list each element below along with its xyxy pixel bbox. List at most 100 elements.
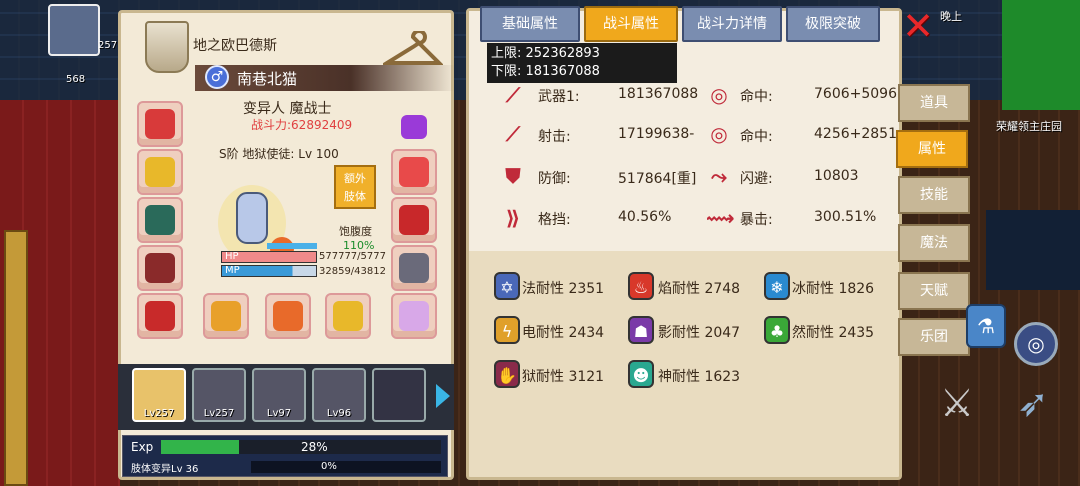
stat-value: 4256+2851 <box>814 126 897 142</box>
exp-bar-fill <box>161 440 240 454</box>
resist-value: 法耐性 2351 <box>522 281 605 297</box>
equip-slot-accessory[interactable] <box>137 149 183 195</box>
party-member-4[interactable]: Lv96 <box>312 368 366 422</box>
lightning-resist-icon: ϟ <box>494 316 520 344</box>
stat-value: 17199638- <box>618 126 695 142</box>
resist-value: 焰耐性 2748 <box>658 281 741 297</box>
equip-slot-ring[interactable] <box>391 149 437 195</box>
coin-count: 568 <box>66 74 86 85</box>
stat-label: 暴击: <box>740 212 773 228</box>
bow-skill-icon[interactable]: ➶ <box>1010 380 1056 426</box>
hero-title: 地之欧巴德斯 <box>193 38 277 54</box>
damage-upper: 上限: 252362893 <box>491 46 600 61</box>
equip-slot-weapon-1[interactable] <box>203 293 249 339</box>
ring-menu-icon[interactable]: ◎ <box>1014 322 1058 366</box>
equip-slot-weapon-2[interactable] <box>265 293 311 339</box>
side-tab-band[interactable]: 乐团 <box>898 318 970 356</box>
exp-percent: 28% <box>301 440 328 454</box>
background-pillar <box>4 230 28 486</box>
stat-label: 闪避: <box>740 171 773 187</box>
exp-box: Exp 28% 肢体变异Lv 36 0% <box>122 435 448 477</box>
mutation-label: 肢体变异Lv 36 <box>131 464 199 475</box>
pumpkin-weapon-icon <box>273 301 303 331</box>
equip-slot-ranged[interactable] <box>325 293 371 339</box>
party-member-empty[interactable] <box>372 368 426 422</box>
equip-slot-armor[interactable] <box>137 197 183 243</box>
tab-limit-break[interactable]: 极限突破 <box>786 6 880 42</box>
tab-power-details[interactable]: 战斗力详情 <box>682 6 782 42</box>
stat-value: 517864[重] <box>618 171 697 187</box>
equip-slot-offhand[interactable] <box>391 245 437 291</box>
party-member-level: Lv96 <box>326 408 352 419</box>
hp-bar: HP <box>221 251 317 263</box>
rooster-icon <box>399 157 429 187</box>
hell-resist-icon: ✋ <box>494 360 520 388</box>
gauntlet-icon <box>399 253 429 283</box>
resist-value: 冰耐性 1826 <box>792 281 875 297</box>
helmet-icon <box>145 109 175 139</box>
exp-label: Exp <box>131 440 154 454</box>
equip-slot-pet[interactable] <box>391 293 437 339</box>
equip-slot-necklace[interactable] <box>391 197 437 243</box>
mp-bar: MP <box>221 265 317 277</box>
boots-icon <box>145 301 175 331</box>
stat-label: 射击: <box>538 129 571 145</box>
minimap[interactable] <box>1002 0 1080 110</box>
stat-label: 武器1: <box>538 89 580 105</box>
spirit-resist-icon: ☻ <box>628 360 654 388</box>
mp-value: 32859/43812 <box>319 266 386 277</box>
satiety-label: 饱腹度 <box>339 225 372 238</box>
gem-icon <box>401 115 427 139</box>
crown-icon <box>145 157 175 187</box>
side-tab-talent[interactable]: 天赋 <box>898 272 970 310</box>
time-of-day: 晚上 <box>940 10 962 23</box>
equip-slot-boots[interactable] <box>137 293 183 339</box>
pet-icon <box>399 301 429 331</box>
damage-lower: 下限: 181367088 <box>491 64 600 79</box>
stat-value: 40.56% <box>618 209 672 225</box>
magic-resist-icon: ✡ <box>494 272 520 300</box>
side-tab-items[interactable]: 道具 <box>898 84 970 122</box>
armor-icon <box>145 205 175 235</box>
stat-value: 10803 <box>814 168 859 184</box>
extra-limb-label: 额外 肢体 <box>344 172 366 203</box>
chest-icon <box>399 205 429 235</box>
stat-label: 格挡: <box>538 212 571 228</box>
party-member-level: Lv257 <box>203 408 235 419</box>
name-banner <box>195 65 455 91</box>
party-member-1[interactable]: Lv257 <box>132 368 186 422</box>
party-member-2[interactable]: Lv257 <box>192 368 246 422</box>
combat-power: 战斗力:62892409 <box>251 118 353 132</box>
potion-flask-icon[interactable]: ⚗ <box>966 304 1006 348</box>
hero-class: 变异人 魔战士 <box>243 101 332 117</box>
party-member-level: Lv257 <box>143 408 175 419</box>
damage-range-tooltip: 上限: 252362893 下限: 181367088 <box>487 43 677 83</box>
tab-basic-attributes[interactable]: 基础属性 <box>480 6 580 42</box>
extra-limb-button[interactable]: 额外 肢体 <box>334 165 376 209</box>
side-tab-attributes[interactable]: 属性 <box>896 130 968 168</box>
party-next-arrow-icon[interactable] <box>436 384 450 408</box>
equip-slot-helmet[interactable] <box>137 101 183 147</box>
mp-label: MP <box>225 265 240 276</box>
background-window <box>986 210 1080 290</box>
hp-value: 577777/5777 <box>319 251 386 262</box>
crit-icon: ⟿ <box>706 206 735 230</box>
stat-label: 命中: <box>740 89 773 105</box>
guild-emblem-icon <box>145 21 189 73</box>
side-tab-magic[interactable]: 魔法 <box>898 224 970 262</box>
equip-slot-gloves[interactable] <box>137 245 183 291</box>
resist-value: 神耐性 1623 <box>658 369 741 385</box>
equip-slot-gem[interactable] <box>391 101 437 147</box>
player-avatar[interactable] <box>48 4 100 56</box>
stat-label: 命中: <box>740 129 773 145</box>
party-bar: Lv257 Lv257 Lv97 Lv96 <box>118 364 454 430</box>
close-icon[interactable]: ✕ <box>900 7 936 46</box>
sword-attack-icon[interactable]: ⚔ <box>934 380 980 426</box>
stat-value: 7606+5096 <box>814 86 897 102</box>
party-member-3[interactable]: Lv97 <box>252 368 306 422</box>
resist-value: 狱耐性 3121 <box>522 369 605 385</box>
side-tab-skills[interactable]: 技能 <box>898 176 970 214</box>
hp-label: HP <box>225 251 239 262</box>
tab-combat-attributes[interactable]: 战斗属性 <box>584 6 678 42</box>
ranged-icon: ⟋ <box>506 122 520 146</box>
